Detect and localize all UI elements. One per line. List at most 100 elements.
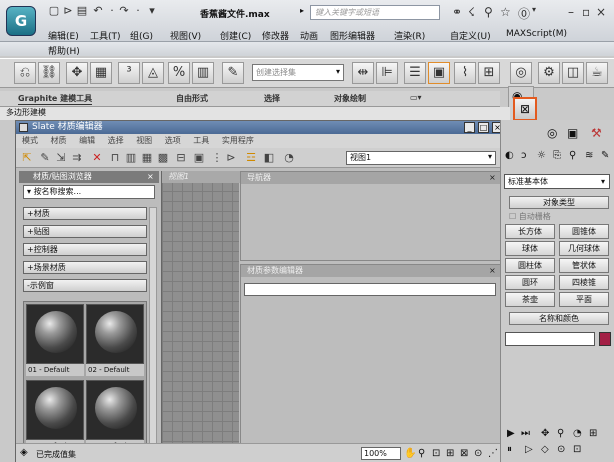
pan-viewport-icon[interactable]: ✥: [541, 428, 549, 439]
geosphere-button[interactable]: 几何球体: [559, 241, 609, 256]
layout-children-icon[interactable]: ▣: [192, 151, 206, 164]
redo-dropdown-icon[interactable]: ·: [132, 4, 144, 18]
object-color-swatch[interactable]: [599, 332, 611, 346]
cameras-icon[interactable]: ⎘: [553, 150, 561, 161]
menu-maxscript[interactable]: MAXScript(M): [506, 29, 567, 39]
menu-views[interactable]: 视图(V): [170, 29, 201, 42]
tab-graphite-modeling[interactable]: Graphite 建模工具: [18, 93, 93, 105]
angle-snap-icon[interactable]: ◬: [142, 62, 164, 84]
help-search-input[interactable]: 键入关键字或短语: [310, 5, 440, 20]
menu-create[interactable]: 创建(C): [220, 29, 251, 42]
slate-menu-tools[interactable]: 工具: [193, 136, 209, 145]
view-dropdown[interactable]: 视图1: [346, 151, 496, 165]
menu-customize[interactable]: 自定义(U): [450, 29, 491, 42]
render-setup-icon[interactable]: ⚙: [538, 62, 560, 84]
help-dropdown-icon[interactable]: ▾: [532, 5, 536, 14]
slate-minimize-button[interactable]: _: [464, 122, 475, 133]
field-of-view-icon[interactable]: ◇: [541, 444, 549, 455]
undo-icon[interactable]: ↶: [92, 4, 104, 18]
browser-close-icon[interactable]: ×: [147, 171, 154, 183]
shapes-icon[interactable]: ↄ: [521, 150, 527, 161]
link-icon[interactable]: ⛓: [38, 62, 60, 84]
layer-manager-icon[interactable]: ☰: [404, 62, 426, 84]
param-editor-close-icon[interactable]: ×: [489, 265, 496, 277]
slate-menu-view[interactable]: 视图: [136, 136, 152, 145]
minimize-icon[interactable]: –: [568, 5, 574, 19]
motion-tab-icon[interactable]: ◎: [547, 126, 557, 140]
preview-icon[interactable]: ◔: [282, 151, 296, 164]
rollout-controllers[interactable]: +控制器: [23, 243, 147, 256]
geometry-icon[interactable]: ◐: [505, 150, 514, 161]
binoculars-icon[interactable]: ⚭: [452, 5, 462, 19]
slate-menu-select[interactable]: 选择: [108, 136, 124, 145]
primitive-type-dropdown[interactable]: 标准基本体: [504, 174, 610, 189]
sample-slot-08[interactable]: [86, 380, 144, 440]
restore-icon[interactable]: ▫: [582, 5, 590, 19]
rollout-materials[interactable]: +材质: [23, 207, 147, 220]
search-by-name-input[interactable]: ▾ 按名称搜索...: [23, 185, 155, 199]
undo-scene-icon[interactable]: ⎌: [14, 62, 36, 84]
zoom-viewport-icon[interactable]: ⚲: [557, 428, 564, 439]
slate-menu-edit[interactable]: 编辑: [79, 136, 95, 145]
zoom-region-icon[interactable]: ⊡: [432, 448, 440, 459]
display-tab-icon[interactable]: ▣: [567, 126, 578, 140]
percent-snap-icon[interactable]: %: [168, 62, 190, 84]
select-object-icon[interactable]: ✥: [66, 62, 88, 84]
view-canvas[interactable]: 视图1 ✥: [161, 171, 240, 461]
walk-through-icon[interactable]: ⊙: [557, 444, 565, 455]
material-editor-icon[interactable]: ◎: [510, 62, 532, 84]
sample-slot-01[interactable]: [26, 304, 84, 364]
menu-animation[interactable]: 动画: [300, 29, 318, 42]
rollout-scene-materials[interactable]: +场景材质: [23, 261, 147, 274]
spinner-snap-icon[interactable]: ▥: [192, 62, 214, 84]
material-map-navigator-icon[interactable]: ⊳: [224, 151, 238, 164]
sample-slot-07[interactable]: [26, 380, 84, 440]
align-icon[interactable]: ⊫: [376, 62, 398, 84]
play-icon[interactable]: ▶: [507, 428, 515, 439]
sample-slot-02[interactable]: [86, 304, 144, 364]
save-icon[interactable]: ▤: [76, 4, 88, 18]
schematic-view-icon[interactable]: ⊞: [478, 62, 500, 84]
orbit-icon[interactable]: ◔: [573, 428, 582, 439]
tab-freeform[interactable]: 自由形式: [176, 93, 208, 105]
teapot-button[interactable]: 茶壶: [505, 292, 555, 307]
sphere-button[interactable]: 球体: [505, 241, 555, 256]
time-config-icon[interactable]: ⏸: [507, 444, 512, 455]
tab-selection[interactable]: 选择: [264, 93, 280, 105]
lights-icon[interactable]: ☼: [537, 150, 546, 161]
open-file-icon[interactable]: ⊳: [62, 4, 74, 18]
zoom-extents-selected-icon[interactable]: ⊠: [460, 448, 468, 459]
help-icon[interactable]: ⓪: [518, 5, 530, 22]
slate-menu-options[interactable]: 选项: [165, 136, 181, 145]
rollout-sample-slots[interactable]: -示例窗: [23, 279, 147, 292]
utilities-tab-icon[interactable]: ⚒: [591, 126, 602, 140]
zoom-extents-icon[interactable]: ⊞: [446, 448, 454, 459]
chevron-down-icon[interactable]: ▾: [336, 67, 340, 76]
put-to-scene-icon[interactable]: ⇲: [54, 151, 68, 164]
communication-icon[interactable]: ⚲: [484, 5, 493, 19]
slate-menu-utilities[interactable]: 实用程序: [222, 136, 254, 145]
menu-tools[interactable]: 工具(T): [90, 29, 121, 42]
delete-selected-icon[interactable]: ✕: [90, 151, 104, 164]
favorites-icon[interactable]: ☆: [500, 5, 511, 19]
tube-button[interactable]: 管状体: [559, 258, 609, 273]
menu-rendering[interactable]: 渲染(R): [394, 29, 425, 42]
systems-icon[interactable]: ✎: [601, 150, 609, 161]
parameter-editor-icon[interactable]: ☲: [244, 151, 258, 164]
next-frame-icon[interactable]: ⏭: [521, 428, 530, 439]
named-selection-set-dropdown[interactable]: 创建选择集: [252, 64, 344, 81]
pick-material-icon[interactable]: ✎: [38, 151, 52, 164]
pyramid-button[interactable]: 四棱锥: [559, 275, 609, 290]
assign-material-icon[interactable]: ⇉: [70, 151, 84, 164]
move-children-icon[interactable]: ⊓: [108, 151, 122, 164]
hide-unused-slots-icon[interactable]: ▥: [124, 151, 138, 164]
cylinder-button[interactable]: 圆柱体: [505, 258, 555, 273]
name-and-color-rollout[interactable]: 名称和颜色: [509, 312, 609, 325]
plane-button[interactable]: 平面: [559, 292, 609, 307]
param-name-field[interactable]: [244, 283, 496, 296]
subscription-icon[interactable]: ☇: [468, 5, 475, 19]
key-mode-icon[interactable]: ▷: [525, 444, 533, 455]
menu-modifiers[interactable]: 修改器: [262, 29, 289, 42]
curve-editor-icon[interactable]: ⌇: [454, 62, 476, 84]
close-icon[interactable]: ×: [596, 5, 606, 19]
